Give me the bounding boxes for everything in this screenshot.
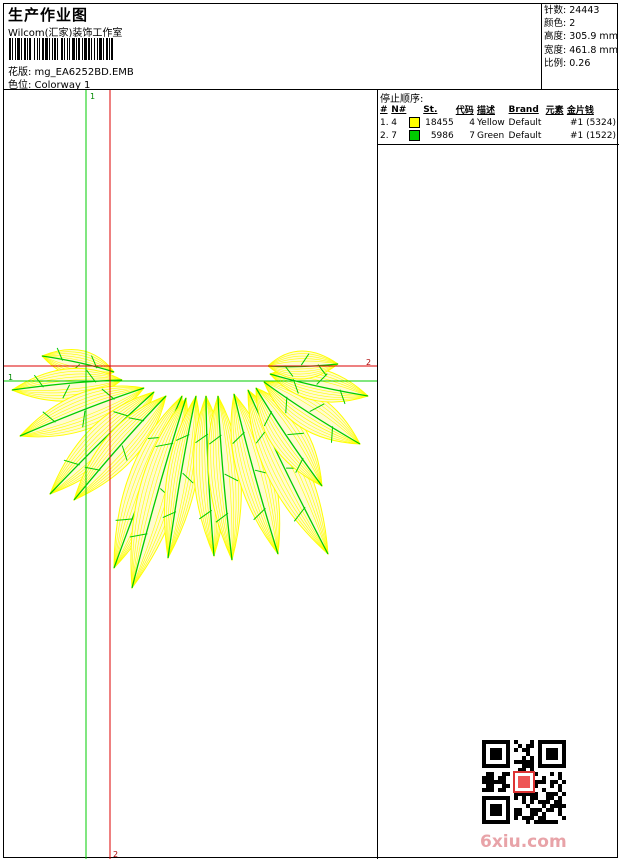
guide-red-vertical-label: 2	[113, 850, 118, 859]
row-sequin: #1 (1522)	[569, 130, 616, 141]
col-sequin: 金片钱	[566, 106, 594, 116]
color-swatch	[409, 117, 421, 128]
embroidery-preview: 1 1 2 2	[4, 90, 377, 859]
col-code: 代码	[455, 106, 474, 116]
row-element	[545, 116, 566, 129]
row-sequin: #1 (5324)	[569, 117, 616, 128]
table-row[interactable]: 1. 4 18455 4 Yellow Default #1 (5324)	[379, 116, 617, 129]
production-sheet: 生产作业图 Wilcom(汇家)装饰工作室 花版: mg_EA6252BD.EM…	[3, 3, 619, 859]
row-stitches: 18455	[425, 117, 454, 128]
col-brand: Brand	[508, 104, 539, 115]
row-brand: Default	[508, 130, 542, 141]
row-index: 2.	[380, 130, 389, 141]
row-needle: 4	[391, 117, 397, 128]
sequence-header-row: # N# St. 代码 描述 Brand 元素 金片钱	[379, 103, 617, 117]
guide-green-horizontal-label: 1	[8, 373, 13, 382]
row-element	[545, 129, 566, 142]
row-code: 7	[469, 130, 475, 141]
sheet-title: 生产作业图	[8, 6, 89, 24]
col-needle: N#	[391, 104, 407, 115]
col-element: 元素	[545, 106, 564, 116]
design-height: 高度: 305.9 mm	[544, 31, 618, 43]
col-desc: 描述	[476, 106, 495, 116]
design-scale: 比例: 0.26	[544, 57, 591, 69]
company-name: Wilcom(汇家)装饰工作室	[8, 28, 123, 39]
guide-red-horizontal-label: 2	[366, 358, 371, 367]
watermark-logo: 6xiu.com	[480, 832, 567, 852]
colorway-label: 色位: Colorway 1	[8, 80, 91, 91]
sequence-divider	[378, 144, 619, 145]
seal-mark	[518, 776, 530, 788]
sequence-table: # N# St. 代码 描述 Brand 元素 金片钱 1. 4 18455 4…	[379, 103, 617, 142]
color-swatch	[409, 130, 421, 141]
barcode	[9, 38, 113, 60]
sequence-panel: 停止顺序: # N# St. 代码 描述 Brand 元素 金片钱 1. 4 1…	[378, 90, 619, 859]
row-index: 1.	[380, 117, 389, 128]
row-brand: Default	[508, 117, 542, 128]
header-panel: 生产作业图 Wilcom(汇家)装饰工作室 花版: mg_EA6252BD.EM…	[4, 4, 542, 91]
guide-green-vertical-label: 1	[90, 92, 95, 101]
stats-panel: 针数: 24443 颜色: 2 高度: 305.9 mm 宽度: 461.8 m…	[542, 4, 619, 90]
row-needle: 7	[391, 130, 397, 141]
row-stitches: 5986	[430, 130, 454, 141]
row-desc: Green	[476, 130, 505, 141]
table-row[interactable]: 2. 7 5986 7 Green Default #1 (1522)	[379, 129, 617, 142]
col-index: #	[380, 104, 388, 115]
row-code: 4	[469, 117, 475, 128]
design-width: 宽度: 461.8 mm	[544, 44, 618, 56]
design-canvas: 1 1 2 2	[4, 90, 378, 859]
qr-code-icon	[482, 740, 566, 824]
color-count: 颜色: 2	[544, 18, 576, 30]
col-stitches: St.	[423, 104, 438, 115]
stitch-count: 针数: 24443	[544, 5, 600, 16]
row-desc: Yellow	[476, 117, 505, 128]
